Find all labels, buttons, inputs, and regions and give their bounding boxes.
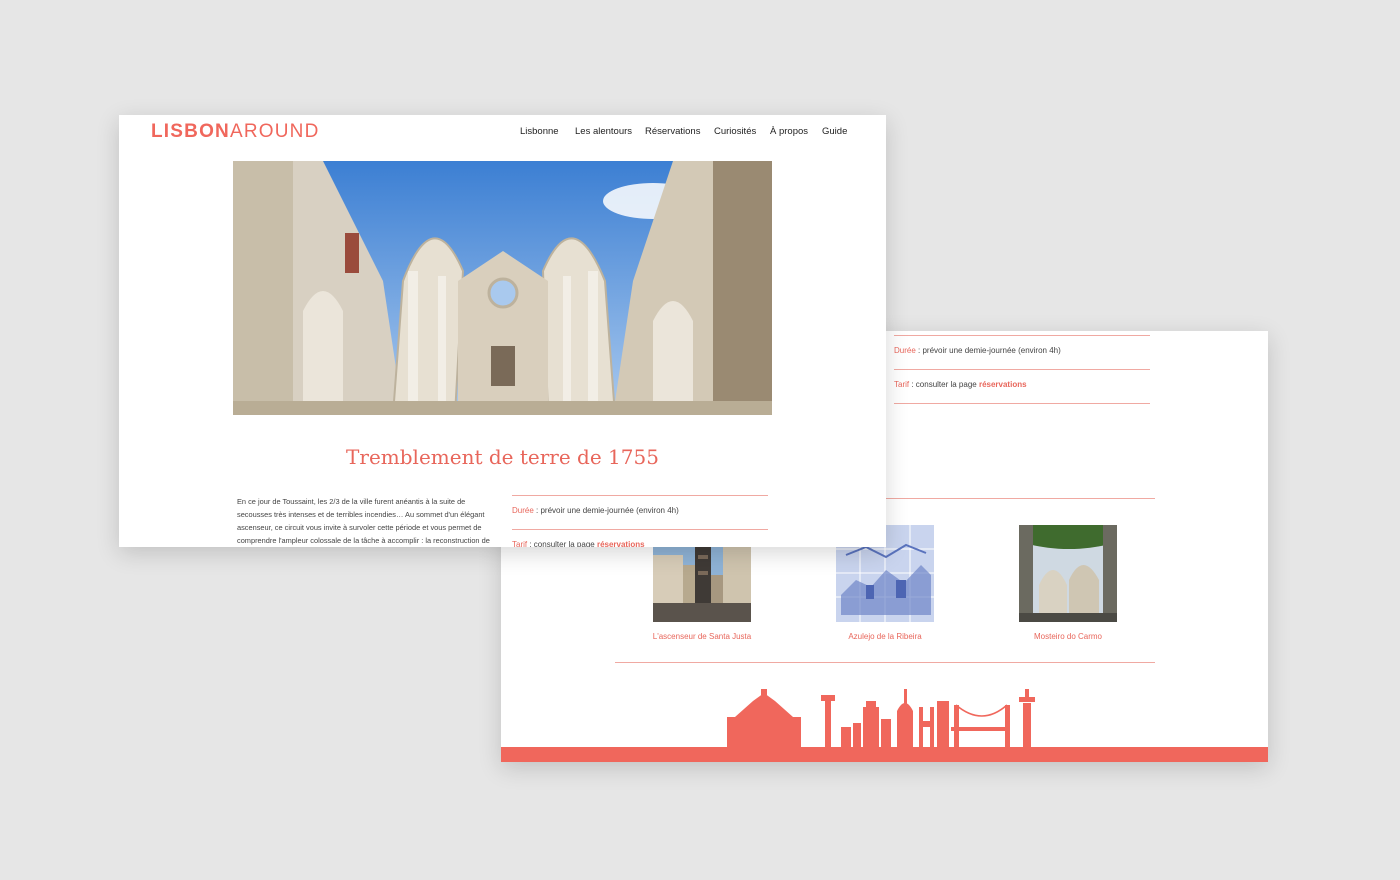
logo-bold-text: LISBON: [151, 121, 230, 142]
detail-page-top: LISBONAROUND Lisbonne Les alentours Rése…: [119, 115, 886, 547]
related-link-santa-justa[interactable]: L'ascenseur de Santa Justa: [622, 632, 782, 641]
section-divider: [615, 662, 1155, 663]
separator: :: [909, 380, 916, 389]
footer-bar: [501, 747, 1268, 762]
price-label: Tarif: [894, 380, 910, 389]
nav-les-alentours[interactable]: Les alentours: [575, 126, 632, 137]
price-value: consulter la page: [915, 380, 979, 389]
nav-guide[interactable]: Guide: [822, 126, 847, 137]
related-link-azulejo[interactable]: Azulejo de la Ribeira: [805, 632, 965, 641]
nav-reservations[interactable]: Réservations: [645, 126, 700, 137]
reservations-link[interactable]: réservations: [979, 380, 1027, 389]
divider: [894, 403, 1150, 404]
divider: [894, 335, 1150, 336]
divider: [894, 369, 1150, 370]
price-info: Tarif : consulter la page réservations: [512, 540, 645, 547]
price-label: Tarif: [512, 540, 528, 547]
page-title: Tremblement de terre de 1755: [346, 445, 659, 469]
logo-light-text: AROUND: [229, 121, 320, 142]
nav-curiosites[interactable]: Curiosités: [714, 126, 756, 137]
duration-info: Durée : prévoir une demie-journée (envir…: [512, 506, 679, 515]
logo[interactable]: LISBONAROUND: [151, 121, 320, 143]
carmo-convent-image[interactable]: [1019, 525, 1117, 622]
church-ruins-image: [233, 161, 772, 415]
lisbon-skyline-icon: [727, 689, 1035, 749]
divider: [512, 529, 768, 530]
price-info: Tarif : consulter la page réservations: [894, 380, 1027, 389]
divider: [512, 495, 768, 496]
related-link-carmo[interactable]: Mosteiro do Carmo: [988, 632, 1148, 641]
duration-value: prévoir une demie-journée (environ 4h): [540, 506, 679, 515]
duration-label: Durée: [512, 506, 534, 515]
separator: :: [527, 540, 534, 547]
nav-lisbonne[interactable]: Lisbonne: [520, 126, 559, 137]
duration-label: Durée: [894, 346, 916, 355]
duration-value: prévoir une demie-journée (environ 4h): [922, 346, 1061, 355]
reservations-link[interactable]: réservations: [597, 540, 645, 547]
duration-info: Durée : prévoir une demie-journée (envir…: [894, 346, 1061, 355]
price-value: consulter la page: [533, 540, 597, 547]
nav-a-propos[interactable]: À propos: [770, 126, 808, 137]
intro-paragraph: En ce jour de Toussaint, les 2/3 de la v…: [237, 497, 490, 545]
